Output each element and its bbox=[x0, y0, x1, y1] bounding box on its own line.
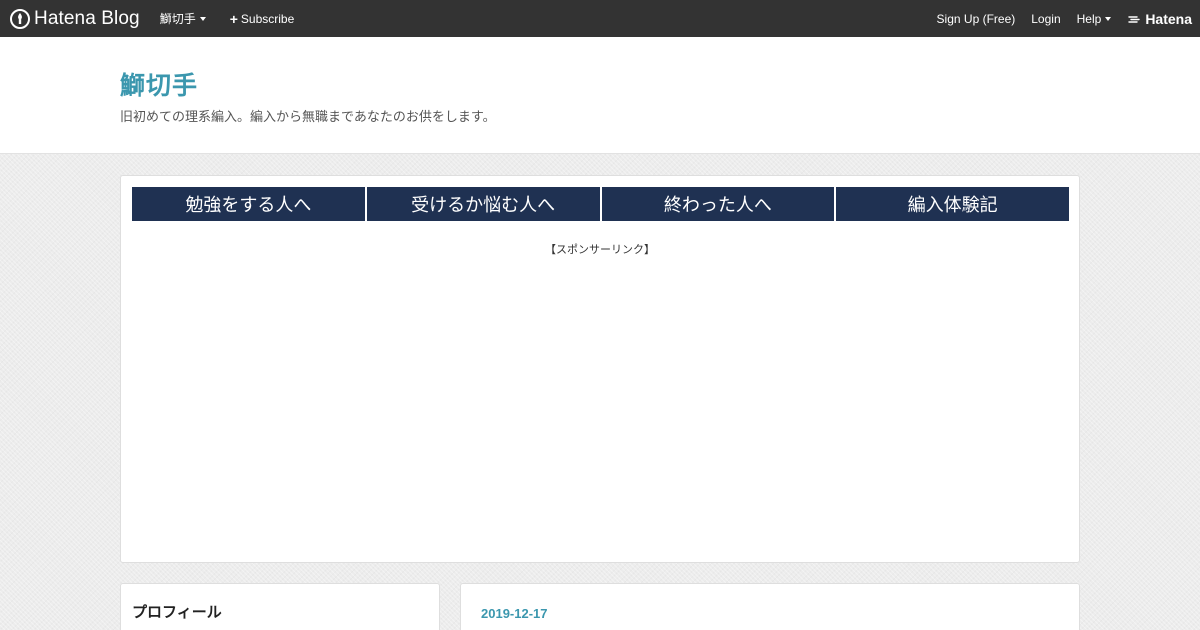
profile-card: プロフィール bbox=[120, 583, 440, 630]
hatena-brand-link[interactable]: Hatena bbox=[1128, 11, 1192, 27]
profile-title: プロフィール bbox=[132, 603, 222, 621]
header-right-nav: Sign Up (Free) Login Help Hatena bbox=[921, 0, 1200, 37]
blog-title[interactable]: 鰤切手 bbox=[120, 66, 198, 102]
hatena-brand-icon bbox=[1128, 15, 1141, 23]
help-label: Help bbox=[1076, 11, 1102, 26]
menu-item-experience[interactable]: 編入体験記 bbox=[836, 187, 1069, 221]
plus-icon: + bbox=[229, 10, 238, 27]
global-header: Hatena Blog 鰤切手 + Subscribe Sign Up (Fre… bbox=[0, 0, 1200, 37]
subscribe-label: Subscribe bbox=[240, 11, 295, 26]
sponsor-label: 【スポンサーリンク】 bbox=[545, 243, 655, 256]
menu-item-study[interactable]: 勉強をする人へ bbox=[132, 187, 365, 221]
global-menu: 勉強をする人へ 受けるか悩む人へ 終わった人へ 編入体験記 bbox=[132, 187, 1069, 221]
main-box: 勉強をする人へ 受けるか悩む人へ 終わった人へ 編入体験記 【スポンサーリンク】 bbox=[120, 175, 1080, 563]
logo-text: Hatena Blog bbox=[34, 7, 140, 29]
hatena-blog-logo[interactable]: Hatena Blog bbox=[10, 0, 140, 37]
menu-item-finished[interactable]: 終わった人へ bbox=[601, 187, 835, 221]
hatena-blog-logo-icon bbox=[10, 8, 30, 29]
signup-link[interactable]: Sign Up (Free) bbox=[937, 12, 1016, 26]
blog-menu-dropdown[interactable]: 鰤切手 bbox=[160, 10, 206, 27]
caret-down-icon bbox=[199, 16, 206, 21]
help-dropdown[interactable]: Help bbox=[1077, 12, 1112, 26]
caret-down-icon bbox=[1105, 16, 1112, 21]
entry-date[interactable]: 2019-12-17 bbox=[481, 606, 548, 621]
subscribe-button[interactable]: + Subscribe bbox=[230, 12, 295, 26]
blog-menu-label: 鰤切手 bbox=[159, 12, 196, 26]
login-link[interactable]: Login bbox=[1031, 12, 1060, 26]
entry-card: 2019-12-17 bbox=[460, 583, 1080, 630]
hatena-brand-label: Hatena bbox=[1145, 10, 1192, 27]
blog-header: 鰤切手 旧初めての理系編入。編入から無職まであなたのお供をします。 bbox=[0, 37, 1200, 154]
blog-description: 旧初めての理系編入。編入から無職まであなたのお供をします。 bbox=[120, 110, 496, 125]
menu-item-undecided[interactable]: 受けるか悩む人へ bbox=[366, 187, 600, 221]
